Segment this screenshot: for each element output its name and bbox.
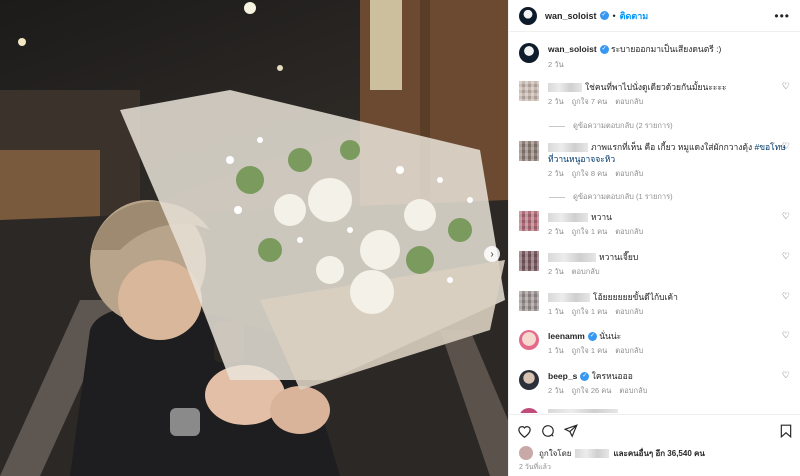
- comment-text: นั่นน่ะ: [599, 331, 622, 341]
- separator-dot: •: [612, 10, 616, 21]
- view-replies-label: ดูข้อความตอบกลับ (2 รายการ): [573, 121, 673, 130]
- author-avatar[interactable]: [519, 6, 537, 25]
- comment-item: โอ้ยยยยยยขั้นดีไก้บเค้า 1 วัน ถูกใจ 1 คน ต…: [519, 291, 790, 318]
- reply-button[interactable]: ตอบกลับ: [615, 346, 643, 355]
- bookmark-icon[interactable]: [780, 424, 792, 438]
- comment-time: 2 วัน: [548, 386, 564, 395]
- comment-time: 2 วัน: [548, 97, 564, 106]
- commenter-username-blurred[interactable]: [548, 253, 596, 263]
- view-replies-button[interactable]: ดูข้อความตอบกลับ (1 รายการ): [549, 191, 673, 203]
- chevron-right-icon: ›: [490, 248, 494, 260]
- comment-item: หวานเจี๊ยบ 2 วัน ตอบกลับ ♡: [519, 251, 790, 278]
- share-icon[interactable]: [564, 423, 578, 438]
- reply-button[interactable]: ตอบกลับ: [615, 307, 643, 316]
- photo-illustration: [0, 0, 508, 476]
- comment-item: หวาน 2 วัน ถูกใจ 1 คน ตอบกลับ ♡: [519, 211, 790, 238]
- heart-icon[interactable]: ♡: [782, 370, 790, 381]
- post-action-bar: [509, 414, 800, 446]
- caption-username[interactable]: wan_soloist: [548, 44, 597, 54]
- commenter-username[interactable]: beep_s: [548, 371, 577, 381]
- reply-button[interactable]: ตอบกลับ: [615, 169, 643, 178]
- reply-button[interactable]: ตอบกลับ: [572, 267, 600, 276]
- comment-text: โอ้ยยยยยยขั้นดีไก้บเค้า: [593, 292, 678, 302]
- commenter-username-blurred[interactable]: [548, 293, 590, 303]
- verified-icon: ✓: [587, 332, 597, 342]
- reply-button[interactable]: ตอบกลับ: [615, 97, 643, 106]
- post-details-panel: wan_soloist ✓ • ติดตาม ••• wan_soloist ✓ …: [508, 0, 800, 476]
- comment-time: 1 วัน: [548, 346, 564, 355]
- comment-text: ภาพแรกที่เห็น คือ เกี้ยว หมูแดงใส่ผักกวา…: [591, 142, 753, 152]
- post-caption: wan_soloist ✓ ระบายออกมาเป็นเสียงดนตรี :)…: [509, 33, 800, 78]
- likes-summary[interactable]: ถูกใจโดย และคนอื่นๆ อีก 36,540 คน: [519, 446, 790, 460]
- comment-text: หวาน: [591, 212, 612, 222]
- author-username[interactable]: wan_soloist: [545, 11, 597, 21]
- likes-prefix: ถูกใจโดย: [539, 448, 572, 458]
- comment-likes[interactable]: ถูกใจ 1 คน: [572, 307, 608, 316]
- heart-icon[interactable]: ♡: [782, 81, 790, 92]
- commenter-avatar[interactable]: [519, 251, 539, 271]
- comment-text: ใช่คนที่พาไปนั่งดูเดียวด้วยกันมั้ยนะะะะ: [585, 82, 727, 92]
- comment-item: beep_s ✓ ใครหนอออ 2 วัน ถูกใจ 26 คน ตอบกลับ…: [519, 370, 790, 397]
- heart-icon[interactable]: [517, 424, 532, 438]
- comment-likes[interactable]: ถูกใจ 1 คน: [572, 346, 608, 355]
- comment-item: ภาพแรกที่เห็น คือ เกี้ยว หมูแดงใส่ผักกวา…: [519, 141, 790, 180]
- commenter-username-blurred[interactable]: [548, 143, 588, 153]
- comment-text: หวานเจี๊ยบ: [599, 252, 639, 262]
- comment-likes[interactable]: ถูกใจ 26 คน: [572, 386, 612, 395]
- liker-username-blurred[interactable]: [575, 448, 610, 458]
- post-photo[interactable]: ›: [0, 0, 508, 476]
- comment-time: 2 วัน: [548, 267, 564, 276]
- commenter-avatar[interactable]: [519, 141, 539, 161]
- next-image-button[interactable]: ›: [484, 246, 500, 262]
- comment-item-partial: [519, 408, 790, 413]
- commenter-avatar[interactable]: [519, 330, 539, 350]
- caption-avatar[interactable]: [519, 43, 539, 63]
- verified-icon: ✓: [580, 372, 590, 382]
- comment-item: leenamm ✓ นั่นน่ะ 1 วัน ถูกใจ 1 คน ตอบกลับ …: [519, 330, 790, 357]
- verified-icon: ✓: [599, 45, 609, 55]
- more-options-icon[interactable]: •••: [774, 9, 790, 23]
- commenter-avatar[interactable]: [519, 408, 539, 413]
- commenter-avatar[interactable]: [519, 211, 539, 231]
- replies-line: [549, 125, 565, 127]
- view-replies-label: ดูข้อความตอบกลับ (1 รายการ): [573, 192, 673, 201]
- likes-suffix: และคนอื่นๆ อีก 36,540 คน: [613, 448, 705, 458]
- comment-item: ใช่คนที่พาไปนั่งดูเดียวด้วยกันมั้ยนะะะะ …: [519, 81, 790, 108]
- comment-time: 1 วัน: [548, 307, 564, 316]
- replies-line: [549, 196, 565, 198]
- heart-icon[interactable]: ♡: [782, 141, 790, 152]
- comment-time: 2 วัน: [548, 227, 564, 236]
- comment-time: 2 วัน: [548, 169, 564, 178]
- verified-icon: ✓: [599, 11, 609, 20]
- caption-time: 2 วัน: [548, 60, 564, 69]
- commenter-username-blurred[interactable]: [548, 409, 618, 413]
- heart-icon[interactable]: ♡: [782, 211, 790, 222]
- reply-button[interactable]: ตอบกลับ: [615, 227, 643, 236]
- comment-likes[interactable]: ถูกใจ 8 คน: [572, 169, 608, 178]
- post-time: 2 วันที่แล้ว: [519, 464, 551, 471]
- view-replies-button[interactable]: ดูข้อความตอบกลับ (2 รายการ): [549, 120, 673, 132]
- reply-button[interactable]: ตอบกลับ: [619, 386, 647, 395]
- commenter-avatar[interactable]: [519, 81, 539, 101]
- heart-icon[interactable]: ♡: [782, 291, 790, 302]
- commenter-username-blurred[interactable]: [548, 213, 588, 223]
- comment-likes[interactable]: ถูกใจ 7 คน: [572, 97, 608, 106]
- post-header: wan_soloist ✓ • ติดตาม •••: [509, 0, 800, 32]
- commenter-avatar[interactable]: [519, 291, 539, 311]
- heart-icon[interactable]: ♡: [782, 330, 790, 341]
- comments-list[interactable]: wan_soloist ✓ ระบายออกมาเป็นเสียงดนตรี :)…: [509, 33, 800, 413]
- comment-icon[interactable]: [541, 424, 555, 438]
- liker-avatar: [519, 446, 533, 460]
- commenter-avatar[interactable]: [519, 370, 539, 390]
- follow-button[interactable]: ติดตาม: [620, 9, 649, 23]
- commenter-username[interactable]: leenamm: [548, 331, 585, 341]
- heart-icon[interactable]: ♡: [782, 251, 790, 262]
- commenter-username-blurred[interactable]: [548, 83, 582, 93]
- comment-text: ใครหนอออ: [591, 371, 633, 381]
- caption-text: ระบายออกมาเป็นเสียงดนตรี :): [611, 44, 722, 54]
- comment-likes[interactable]: ถูกใจ 1 คน: [572, 227, 608, 236]
